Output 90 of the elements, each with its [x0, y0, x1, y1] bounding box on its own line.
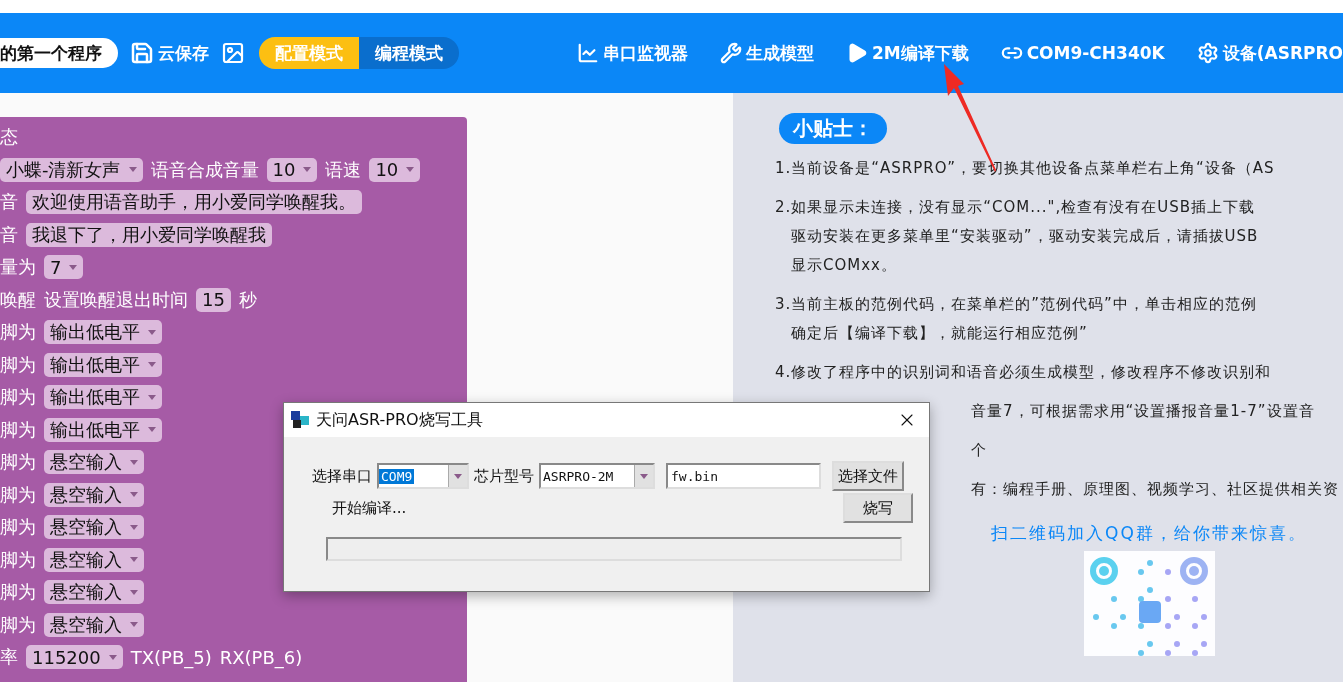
block-dropdown[interactable]: 悬空输入 [44, 612, 144, 637]
chart-icon [576, 42, 599, 64]
block-label: 脚为 [0, 320, 36, 345]
tip-text: 4.修改了程序中的识别词和语音必须生成模型，修改程序不修改识别和 [775, 362, 1273, 383]
block-input[interactable]: 我退下了，用小爱同学唤醒我 [26, 222, 272, 247]
choose-file-button[interactable]: 选择文件 [832, 461, 904, 491]
block-dropdown[interactable]: 悬空输入 [44, 482, 144, 507]
program-name-field[interactable]: 的第一个程序 [0, 38, 118, 68]
caret-icon [130, 492, 138, 498]
tip-text: 音量7，可根据需求用“设置播报音量1-7”设置音 [971, 401, 1316, 422]
caret-icon [108, 654, 117, 660]
image-icon[interactable] [221, 41, 245, 65]
block-label: 率 [0, 645, 18, 670]
tips-title: 小贴士： [779, 113, 887, 144]
tip-text: 个 [971, 440, 988, 461]
block-label: 脚为 [0, 352, 36, 377]
block-dropdown[interactable]: 悬空输入 [44, 450, 144, 475]
caret-icon [130, 557, 138, 563]
tip-text: 确定后【编译下载】，就能运行相应范例” [790, 323, 1089, 344]
tip-text: 3.当前主板的范例代码，在菜单栏的”范例代码”中，单击相应的范例 [775, 294, 1258, 315]
tip-text: 显示COMxx。 [790, 255, 898, 276]
burn-button[interactable]: 烧写 [843, 493, 913, 523]
status-text: 开始编译... [332, 498, 407, 518]
block-label: 脚为 [0, 417, 36, 442]
block-label: 音 [0, 190, 18, 215]
block-label: 语音合成音量 [150, 157, 259, 182]
chip-select[interactable]: ASRPRO-2M [539, 463, 655, 489]
caret-icon [406, 167, 415, 173]
block-dropdown[interactable]: 悬空输入 [44, 547, 144, 572]
chip-label: 芯片型号 [474, 466, 534, 486]
tip-text: 2.如果显示未连接，没有显示“COM...",检查有没有在USB插上下载 [775, 197, 1257, 218]
block-dropdown[interactable]: 悬空输入 [44, 580, 144, 605]
block-label: TX(PB_5) [130, 646, 212, 668]
block-dropdown[interactable]: 输出低电平 [44, 417, 162, 442]
block-label: RX(PB_6) [219, 646, 303, 668]
block-label: 脚为 [0, 580, 36, 605]
block-label: 脚为 [0, 385, 36, 410]
caret-icon [148, 329, 156, 335]
block-dropdown[interactable]: 115200 [26, 645, 123, 670]
block-label: 脚为 [0, 515, 36, 540]
app-icon [290, 410, 310, 430]
caret-icon [130, 459, 138, 465]
wrench-icon [719, 42, 742, 64]
block-dropdown[interactable]: 输出低电平 [44, 320, 162, 345]
caret-icon [454, 473, 462, 479]
port-label: 选择串口 [312, 466, 372, 486]
block-label: 态 [0, 125, 18, 150]
block-label: 脚为 [0, 612, 36, 637]
caret-icon [130, 589, 138, 595]
block-input[interactable]: 欢迎使用语音助手，用小爱同学唤醒我。 [26, 190, 362, 215]
block-input[interactable]: 15 [196, 287, 231, 312]
menu-button[interactable]: 串口监视器 [576, 41, 688, 65]
settings-icon [1196, 42, 1219, 64]
block-label: 唤醒 [0, 287, 36, 312]
menu-button[interactable]: 设备(ASRPRO [1196, 41, 1343, 65]
save-icon [130, 41, 154, 65]
block-label: 脚为 [0, 450, 36, 475]
menu-button[interactable]: 2M编译下载 [845, 41, 969, 65]
block-label: 量为 [0, 255, 36, 280]
block-label: 设置唤醒退出时间 [44, 287, 188, 312]
caret-icon [148, 394, 156, 400]
mode-tab[interactable]: 编程模式 [359, 37, 459, 69]
block-label: 音 [0, 222, 18, 247]
port-select[interactable]: COM9 [377, 463, 469, 489]
block-label: 秒 [238, 287, 257, 312]
caret-icon [640, 473, 648, 479]
file-field[interactable]: fw.bin [666, 463, 821, 489]
caret-icon [130, 622, 138, 628]
menu-button[interactable]: COM9-CH340K [1000, 42, 1165, 64]
block-label: 语速 [325, 157, 362, 182]
block-dropdown[interactable]: 10 [266, 157, 318, 182]
tip-text: 有：编程手册、原理图、视频学习、社区提供相关资 [971, 479, 1340, 500]
caret-icon [148, 362, 156, 368]
block-dropdown[interactable]: 7 [44, 255, 84, 280]
tip-text: 驱动安装在更多菜单里“安装驱动”，驱动安装完成后，请插拔USB [790, 226, 1260, 247]
block-dropdown[interactable]: 10 [369, 157, 421, 182]
block-dropdown[interactable]: 输出低电平 [44, 352, 162, 377]
block-label: 脚为 [0, 547, 36, 572]
menu-button[interactable]: 生成模型 [719, 41, 814, 65]
qr-caption: 扫二维码加入QQ群，给你带来惊喜。 [991, 522, 1308, 545]
block-label: 脚为 [0, 482, 36, 507]
block-dropdown[interactable]: 悬空输入 [44, 515, 144, 540]
caret-icon [303, 167, 312, 173]
caret-icon [69, 264, 78, 270]
block-dropdown[interactable]: 输出低电平 [44, 385, 162, 410]
caret-icon [130, 524, 138, 530]
caret-icon [148, 427, 156, 433]
block-dropdown[interactable]: 小蝶-清新女声 [0, 157, 143, 182]
caret-icon [128, 167, 137, 173]
cloud-save-button[interactable]: 云保存 [130, 41, 209, 65]
